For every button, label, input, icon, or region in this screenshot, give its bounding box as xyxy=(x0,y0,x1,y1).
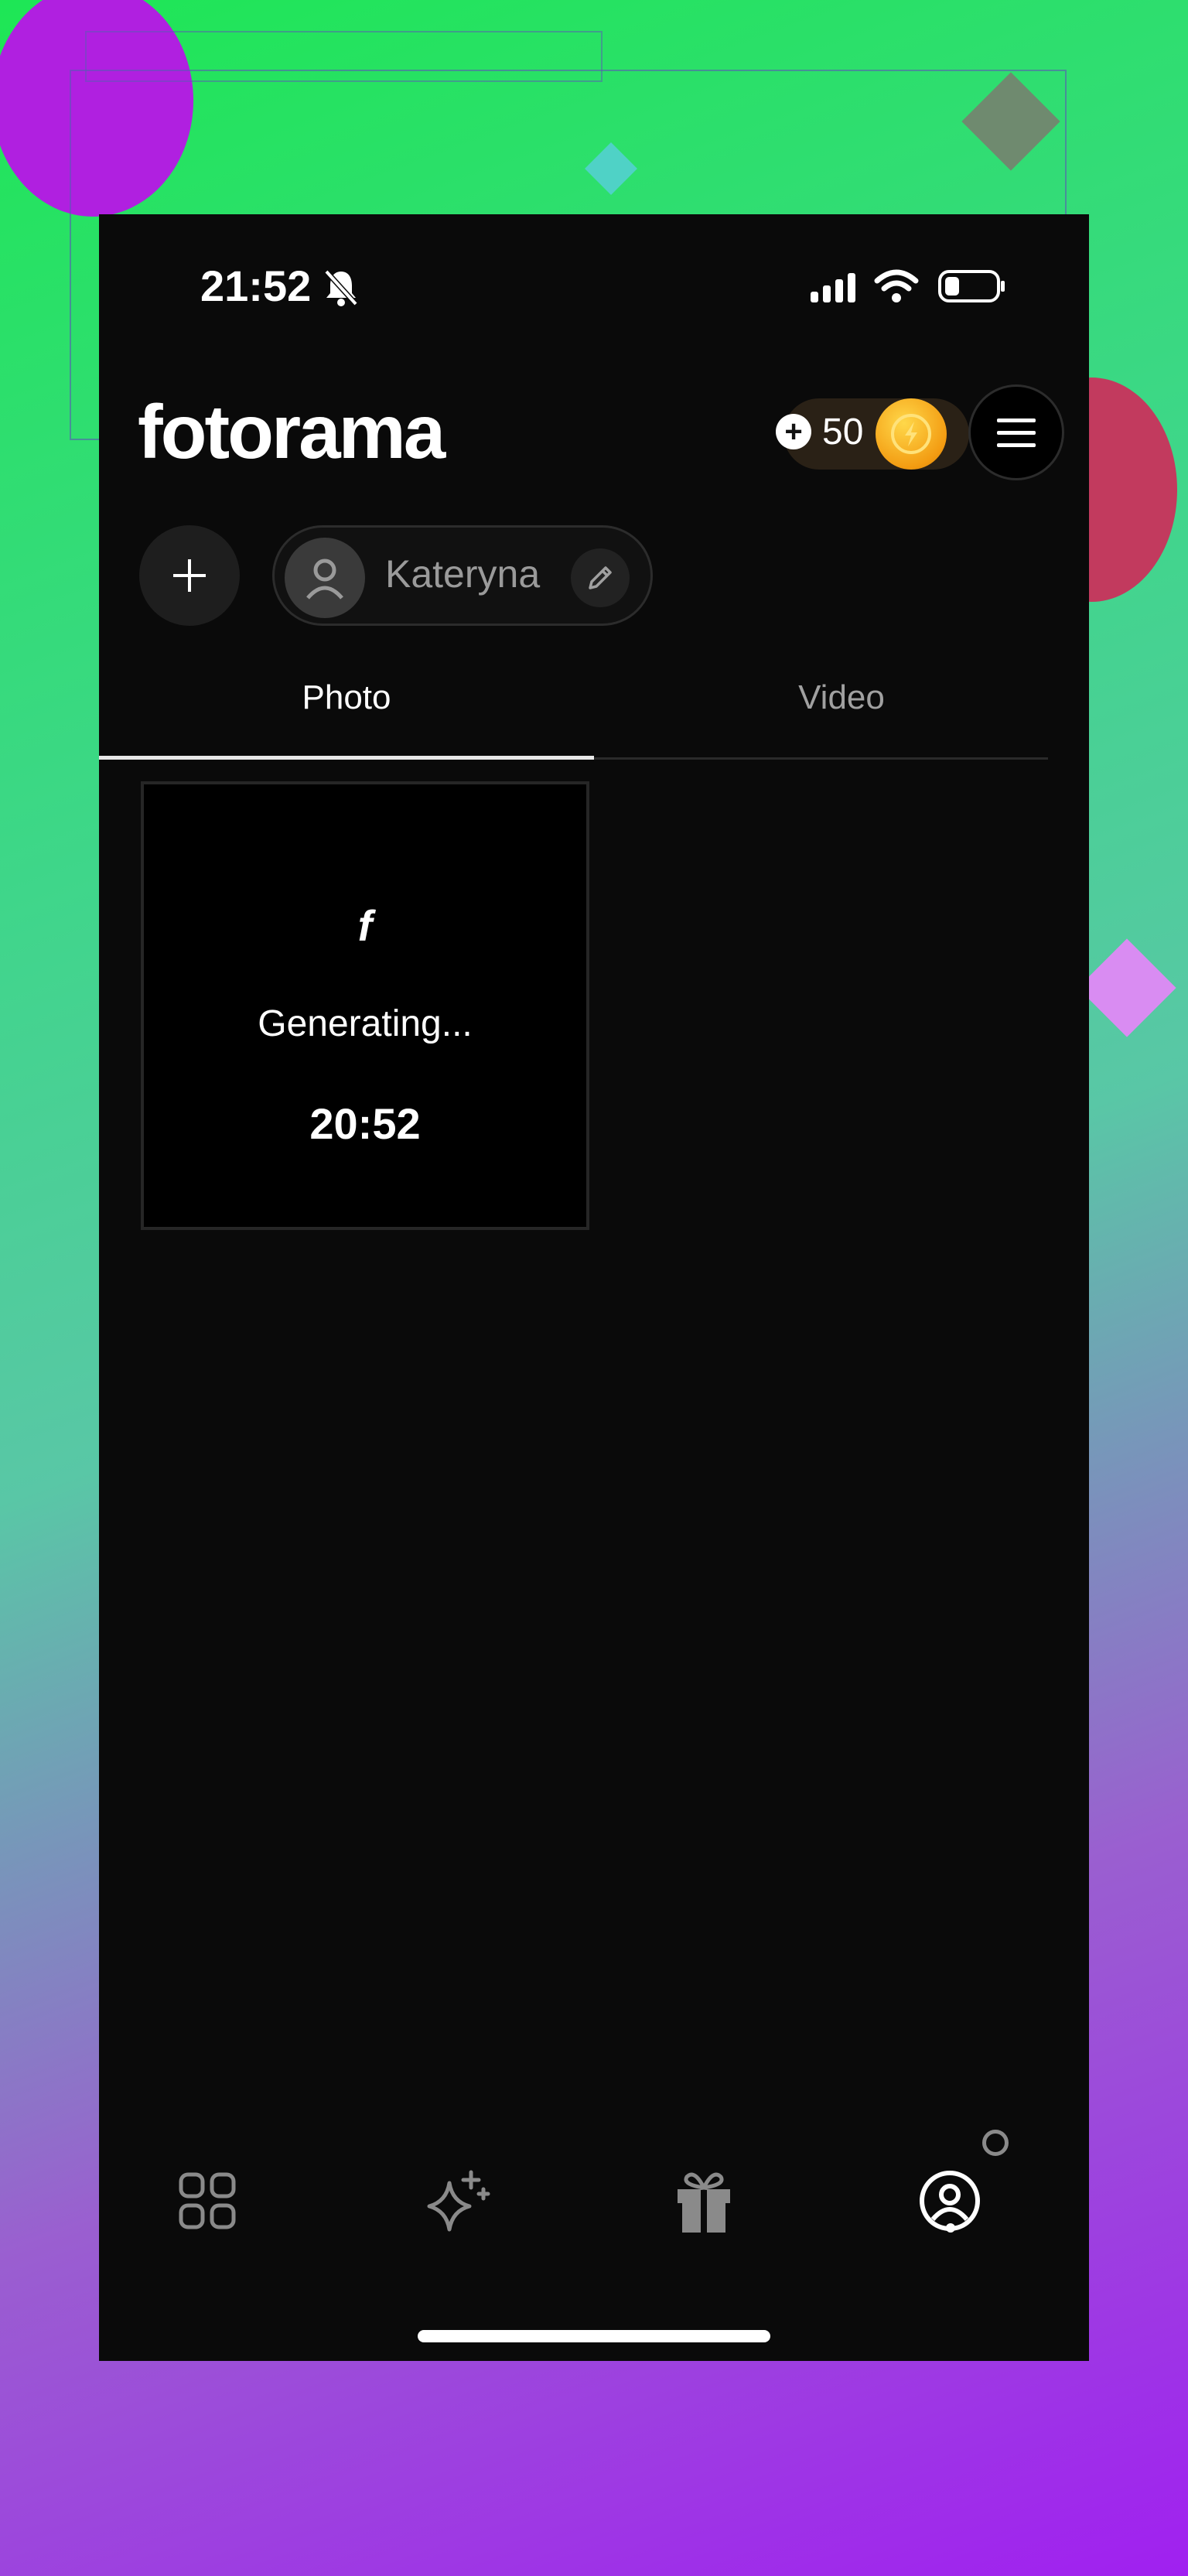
profile-name: Kateryna xyxy=(385,552,541,596)
add-profile-button[interactable] xyxy=(139,525,240,626)
gift-icon xyxy=(678,2172,730,2233)
app-logo: fotorama xyxy=(138,389,446,474)
sparkle-icon xyxy=(427,2170,490,2232)
plus-icon xyxy=(173,559,206,592)
bell-muted-icon xyxy=(324,269,358,306)
menu-button[interactable] xyxy=(968,384,1064,480)
tab-video[interactable]: Video xyxy=(594,678,1089,717)
tab-active-indicator xyxy=(99,756,594,760)
grid-icon xyxy=(179,2172,236,2229)
edit-profile-button[interactable] xyxy=(571,548,630,607)
coin-count: 50 xyxy=(822,412,864,453)
decor-diamond-lilac xyxy=(1077,938,1176,1037)
wifi-icon xyxy=(874,269,919,302)
hamburger-icon xyxy=(997,419,1036,447)
avatar xyxy=(285,538,365,618)
app-screen: 21:52 fotorama + 50 Kateryna Photo Video… xyxy=(99,214,1089,2361)
loading-spinner-icon xyxy=(982,2130,1009,2156)
nav-active-dot xyxy=(946,2223,955,2233)
nav-gifts[interactable] xyxy=(654,2151,754,2251)
add-coins-icon[interactable]: + xyxy=(776,414,811,449)
nav-home[interactable] xyxy=(157,2151,258,2251)
nav-profile[interactable] xyxy=(900,2151,1000,2251)
user-icon xyxy=(306,559,343,600)
nav-create[interactable] xyxy=(406,2151,507,2251)
decor-rect-outline-2 xyxy=(85,31,603,82)
generation-timer: 20:52 xyxy=(309,1099,421,1148)
fotorama-glyph-icon: f xyxy=(357,901,373,950)
generation-card[interactable]: f Generating... 20:52 xyxy=(141,781,589,1230)
status-time: 21:52 xyxy=(200,261,312,310)
battery-icon xyxy=(938,270,1005,302)
generation-status: Generating... xyxy=(258,1003,473,1044)
pencil-icon xyxy=(589,566,612,589)
coin-icon xyxy=(876,398,947,470)
home-indicator[interactable] xyxy=(418,2330,770,2342)
cellular-signal-icon xyxy=(811,273,855,302)
tab-photo[interactable]: Photo xyxy=(99,678,594,717)
